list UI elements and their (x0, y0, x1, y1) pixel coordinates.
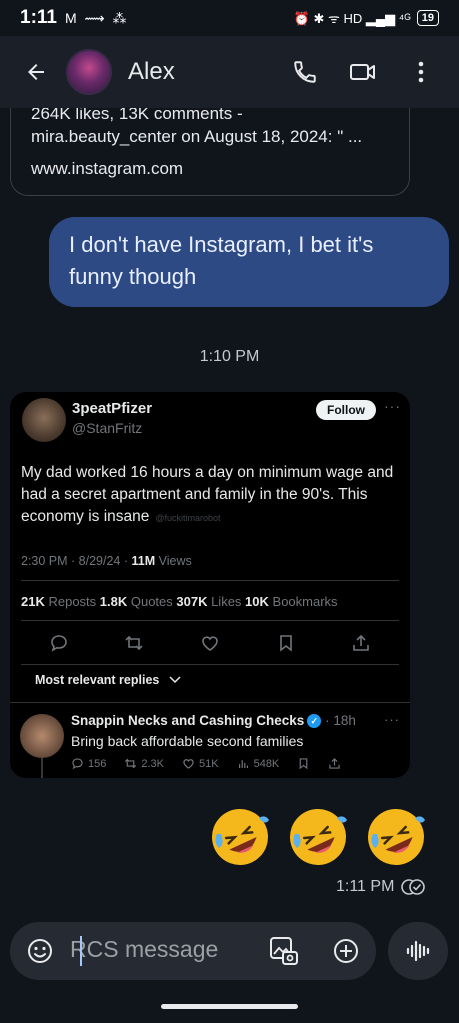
reply-reposts: 2.3K (124, 757, 164, 770)
rolling-laughing-emoji-icon (290, 809, 347, 865)
notification-icons: M ⟿ ⁂ (64, 9, 129, 26)
tweet-author-name: 3peatPfizer (72, 400, 153, 417)
read-receipt-icon (401, 879, 425, 895)
reply-bookmark (297, 757, 310, 770)
header-actions (289, 56, 437, 88)
voice-message-button[interactable] (388, 922, 448, 980)
message-composer: RCS message (10, 922, 376, 980)
link-preview-description: mira.beauty_center on August 18, 2024: "… (31, 127, 363, 146)
likes-label: Likes (207, 594, 246, 609)
reply-time: · 18h (321, 713, 356, 728)
divider (10, 702, 410, 703)
link-preview-title: 264K likes, 13K comments - (31, 108, 243, 123)
home-indicator[interactable] (161, 1004, 298, 1009)
chevron-down-icon (169, 676, 181, 684)
message-timestamp: 1:10 PM (199, 348, 260, 365)
tweet-meta-time: 2:30 PM · 8/29/24 · (21, 554, 132, 568)
status-right-icons: ⏰ ✱ ᯤ HD ▂▄▆ ⁴ᴳ 19 (294, 9, 439, 27)
voice-icon (406, 940, 430, 962)
quotes-label: Quotes (127, 594, 177, 609)
contact-avatar[interactable] (66, 49, 112, 95)
tweet-views-count: 11M (131, 554, 156, 568)
tweet-screenshot-image[interactable]: 3peatPfizer @StanFritz Follow ··· My dad… (10, 392, 410, 778)
reposts-count: 21K (21, 594, 45, 609)
divider (21, 580, 399, 581)
status-time: 1:11 (20, 7, 57, 28)
message-input[interactable]: RCS message (70, 936, 218, 963)
link-preview-card[interactable]: 264K likes, 13K comments - mira.beauty_c… (10, 108, 410, 196)
video-call-button[interactable] (347, 56, 379, 88)
like-icon (199, 632, 221, 654)
tweet-author-avatar (22, 398, 66, 442)
back-arrow-icon (28, 64, 44, 80)
status-bar: 1:11 M ⟿ ⁂ ⏰ ✱ ᯤ HD ▂▄▆ ⁴ᴳ 19 (0, 0, 459, 36)
rolling-laughing-emoji-icon (212, 809, 269, 865)
emoji-message[interactable] (207, 804, 429, 870)
tweet-more-icon: ··· (384, 398, 401, 414)
tweet-meta: 2:30 PM · 8/29/24 · 11M Views (21, 554, 192, 568)
divider (21, 664, 399, 665)
link-preview-domain: www.instagram.com (31, 159, 184, 178)
reply-text: Bring back affordable second families (71, 733, 304, 749)
quotes-count: 1.8K (99, 594, 128, 609)
tweet-text: My dad worked 16 hours a day on minimum … (21, 462, 401, 529)
tweet-stats: 21K Reposts 1.8K Quotes 307K Likes 10K B… (21, 594, 338, 609)
tweet-views-label: Views (155, 554, 192, 568)
rolling-laughing-emoji-icon (368, 809, 425, 865)
replies-filter: Most relevant replies (35, 673, 181, 687)
thread-line (41, 758, 43, 778)
likes-count: 307K (176, 594, 208, 609)
text-cursor (80, 936, 82, 966)
call-button[interactable] (289, 56, 321, 88)
reply-likes: 51K (182, 757, 219, 770)
views-icon (238, 760, 248, 769)
sent-timestamp: 1:11 PM (336, 878, 395, 895)
bookmark-icon (275, 632, 297, 654)
reply-icon (72, 758, 83, 770)
verified-badge-icon: ✓ (307, 714, 322, 728)
video-icon (350, 64, 375, 80)
reply-action-row: 156 2.3K 51K 548K (71, 757, 341, 770)
outgoing-message-bubble[interactable]: I don't have Instagram, I bet it's funny… (49, 217, 449, 307)
reply-comments: 156 (71, 757, 106, 770)
reply-more-icon: ··· (384, 712, 400, 727)
conversation-header: Alex (0, 36, 459, 108)
more-vert-icon (418, 61, 424, 83)
contact-name[interactable]: Alex (128, 58, 175, 86)
phone-icon (294, 61, 316, 83)
tweet-author-handle: @StanFritz (72, 420, 143, 436)
reply-author: Snappin Necks and Cashing Checks ✓ · 18h (71, 713, 356, 728)
system-icons: ⏰ ✱ ᯤ HD ▂▄▆ ⁴ᴳ (293, 11, 411, 26)
share-icon (350, 632, 372, 654)
bookmarks-label: Bookmarks (268, 594, 338, 609)
more-options-button[interactable] (405, 56, 437, 88)
tweet-follow-badge: Follow (316, 400, 376, 420)
reply-views: 548K (237, 757, 279, 770)
battery-icon: 19 (416, 10, 439, 26)
reply-icon (48, 632, 70, 654)
replies-filter-label: Most relevant replies (35, 673, 160, 687)
tweet-watermark: @fuckitimarobot (155, 513, 221, 523)
bookmark-icon (299, 758, 308, 770)
emoji-icon[interactable] (26, 937, 54, 965)
tweet-action-icons (21, 632, 399, 654)
repost-icon (125, 758, 137, 769)
divider (21, 620, 399, 621)
reply-author-name: Snappin Necks and Cashing Checks (71, 713, 305, 728)
repost-icon (123, 632, 145, 654)
back-button[interactable] (16, 52, 56, 92)
add-media-icon[interactable] (268, 935, 300, 967)
reposts-label: Reposts (44, 594, 100, 609)
reply-share (328, 757, 341, 770)
reply-author-avatar (20, 714, 64, 758)
share-icon (329, 758, 340, 769)
like-icon (183, 759, 194, 769)
plus-icon[interactable] (332, 937, 360, 965)
bookmarks-count: 10K (245, 594, 269, 609)
